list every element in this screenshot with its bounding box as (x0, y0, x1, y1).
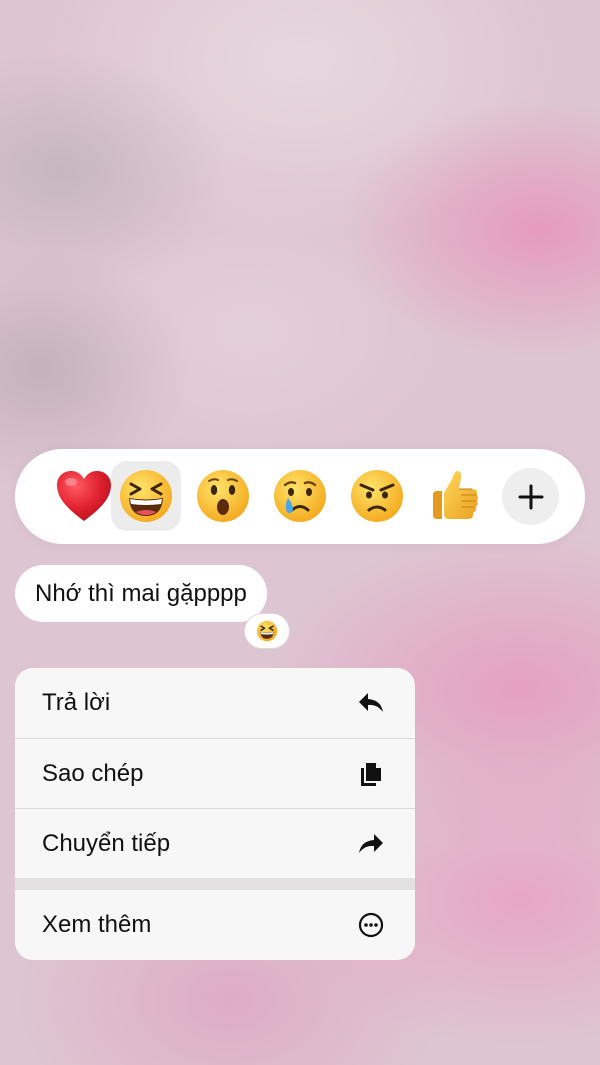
copy-icon (357, 760, 385, 788)
reaction-sad-button[interactable] (265, 461, 335, 531)
crying-face-icon (274, 470, 326, 522)
message-reaction-badge[interactable] (244, 613, 290, 649)
reaction-bar (15, 449, 585, 544)
angry-face-icon (351, 470, 403, 522)
menu-item-reply[interactable]: Trả lời (15, 668, 415, 738)
menu-item-label: Xem thêm (42, 911, 152, 938)
menu-item-more[interactable]: Xem thêm (15, 890, 415, 960)
menu-item-label: Sao chép (42, 759, 144, 787)
heart-icon (57, 471, 111, 521)
grinning-squinting-face-icon (256, 620, 278, 642)
forward-icon (357, 830, 385, 858)
reaction-wow-button[interactable] (188, 461, 258, 531)
reaction-heart-button[interactable] (49, 461, 119, 531)
grinning-squinting-face-icon (120, 470, 172, 522)
menu-item-copy[interactable]: Sao chép (15, 739, 415, 808)
message-bubble[interactable]: Nhớ thì mai gặpppp (15, 565, 267, 622)
menu-item-forward[interactable]: Chuyển tiếp (15, 809, 415, 878)
plus-icon (518, 484, 543, 509)
surprised-face-icon (197, 470, 249, 522)
thumbs-up-icon (433, 471, 478, 519)
menu-item-label: Trả lời (42, 689, 111, 716)
reply-icon (357, 689, 385, 717)
more-icon (357, 911, 385, 939)
reaction-angry-button[interactable] (342, 461, 412, 531)
menu-item-label: Chuyển tiếp (42, 829, 171, 857)
message-text: Nhớ thì mai gặpppp (35, 579, 247, 607)
reaction-like-button[interactable] (419, 461, 489, 531)
context-menu: Trả lời Sao chép Chuyển tiếp Xem thêm (15, 668, 415, 960)
more-reactions-button[interactable] (502, 468, 559, 525)
reaction-laugh-button[interactable] (111, 461, 181, 531)
